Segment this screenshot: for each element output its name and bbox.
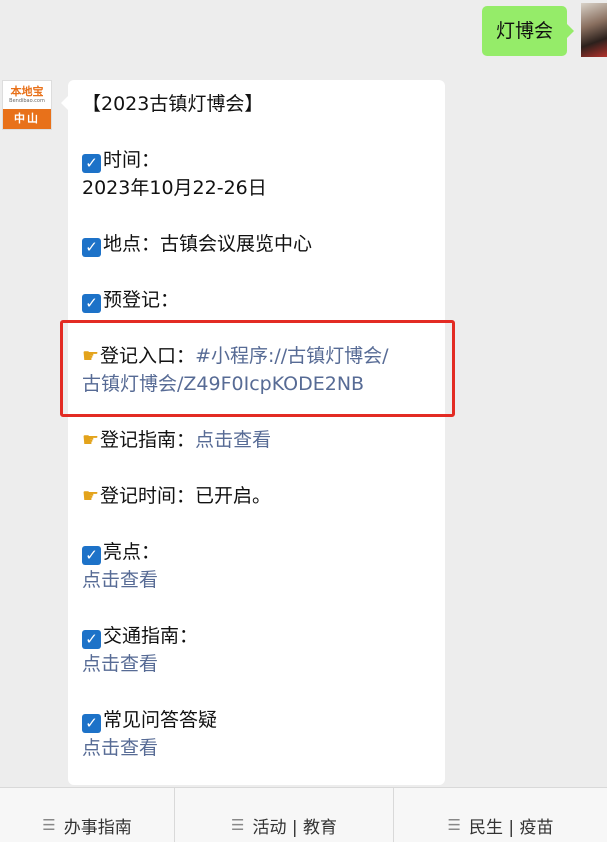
bot-logo-sub: Bendibao.com [9,98,45,104]
traffic-link[interactable]: 点击查看 [82,650,433,678]
bottom-menu: ☰ 办事指南 ☰ 活动 | 教育 ☰ 民生 | 疫苗 [0,787,607,842]
highlights-link[interactable]: 点击查看 [82,566,433,594]
time-label: 时间： [103,149,161,171]
check-box-icon: ✓ [82,546,101,565]
highlights-heading: ✓ 亮点： [82,538,433,566]
menu-lines-icon: ☰ [447,816,461,834]
user-message-bubble[interactable]: 灯博会 [481,6,575,56]
menu-item-services[interactable]: ☰ 办事指南 [0,788,175,842]
place-label: 地点：古镇会议展览中心 [103,233,313,255]
menu-item-label: 活动 | 教育 [252,817,337,838]
faq-label: 常见问答答疑 [103,709,218,731]
menu-lines-icon: ☰ [42,816,56,834]
highlight-box [60,320,455,417]
check-box-icon: ✓ [82,630,101,649]
time-value: 2023年10月22-26日 [82,177,267,199]
menu-lines-icon: ☰ [231,816,245,834]
bot-logo-city: 中山 [3,109,51,129]
reply-title: 【2023古镇灯博会】 [82,93,264,115]
guide-link[interactable]: 点击查看 [195,429,271,451]
traffic-heading: ✓ 交通指南： [82,622,433,650]
check-box-icon: ✓ [82,294,101,313]
pointing-hand-icon: ☛ [82,485,100,507]
time-heading: ✓ 时间： [82,146,433,174]
guide-line: ☛登记指南：点击查看 [82,426,433,454]
prereg-heading: ✓ 预登记： [82,286,433,314]
bot-avatar[interactable]: 本地宝 Bendibao.com 中山 [2,80,52,130]
faq-link[interactable]: 点击查看 [82,734,433,762]
user-message-row: 灯博会 [0,0,607,70]
menu-item-label: 民生 | 疫苗 [468,817,554,838]
guide-label: 登记指南： [100,429,196,451]
faq-heading: ✓ 常见问答答疑 [82,706,433,734]
place-heading: ✓ 地点：古镇会议展览中心 [82,230,433,258]
bot-logo-main: 本地宝 [10,85,44,98]
pointing-hand-icon: ☛ [82,429,100,451]
bot-logo: 本地宝 Bendibao.com [3,81,51,109]
menu-item-livelihood[interactable]: ☰ 民生 | 疫苗 [394,788,607,842]
menu-item-activities[interactable]: ☰ 活动 | 教育 [175,788,394,842]
check-box-icon: ✓ [82,154,101,173]
traffic-label: 交通指南： [103,625,199,647]
prereg-label: 预登记： [103,289,180,311]
menu-item-label: 办事指南 [63,817,132,838]
check-box-icon: ✓ [82,714,101,733]
reg-time-line: ☛登记时间：已开启。 [82,482,433,510]
user-message-text: 灯博会 [495,20,553,42]
user-avatar[interactable] [581,3,607,57]
reg-time-label: 登记时间：已开启。 [100,485,272,507]
check-box-icon: ✓ [82,238,101,257]
highlights-label: 亮点： [103,541,161,563]
bot-reply-card: 【2023古镇灯博会】 ✓ 时间： 2023年10月22-26日 ✓ 地点：古镇会议… [61,80,445,785]
